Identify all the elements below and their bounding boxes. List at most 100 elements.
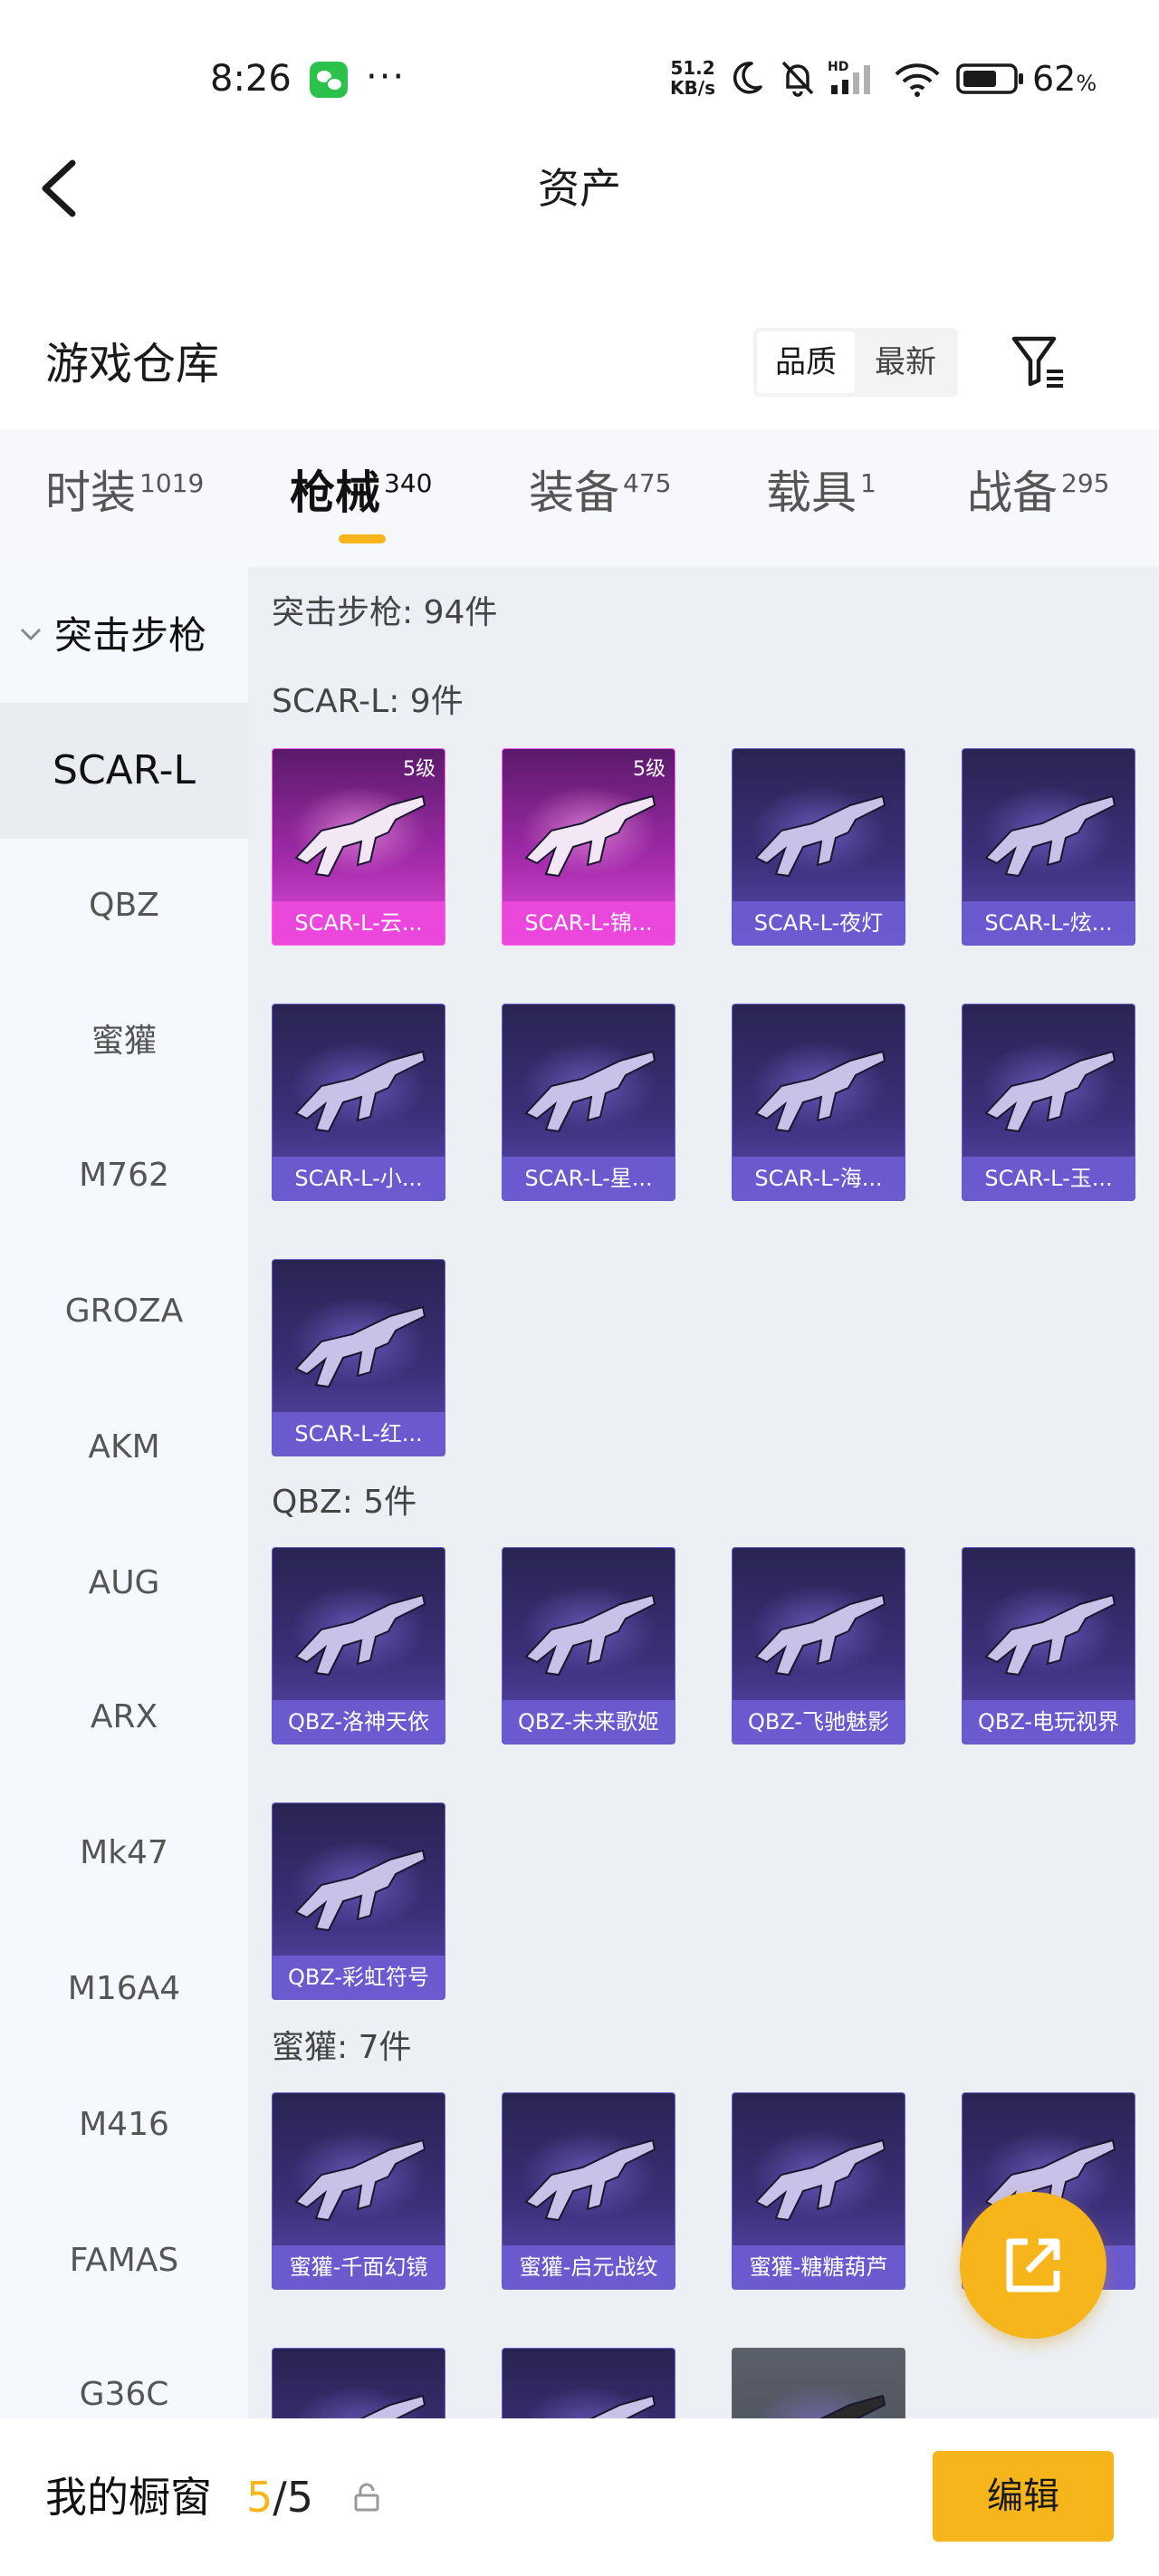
skin-card[interactable]: SCAR-L-炫...	[962, 748, 1135, 946]
tab-vehicles[interactable]: 载具 1	[766, 458, 876, 531]
skin-name: SCAR-L-红...	[273, 1412, 445, 1456]
rifle-icon	[754, 794, 886, 878]
sidebar-item-qbz[interactable]: QBZ	[0, 870, 248, 942]
rifle-icon	[359, 2394, 426, 2418]
battery-percent: 62%	[1032, 56, 1097, 106]
skin-card[interactable]: SCAR-L-星...	[502, 1004, 675, 1201]
skin-name: SCAR-L-炫...	[963, 901, 1135, 945]
skin-card[interactable]: 5级 SCAR-L-锦...	[502, 748, 675, 946]
share-icon	[1006, 2238, 1060, 2292]
skin-level-badge: 5级	[633, 758, 666, 781]
back-arrow-icon[interactable]	[36, 156, 87, 221]
tab-label: 时装	[45, 466, 136, 519]
skin-card[interactable]	[732, 2348, 905, 2418]
battery-icon	[956, 63, 1023, 94]
section-title-honey-badger: 蜜獾: 7件	[272, 2029, 412, 2066]
tab-count: 1019	[139, 468, 205, 498]
skin-card[interactable]: SCAR-L-小...	[272, 1004, 445, 1201]
skin-card[interactable]	[502, 2348, 675, 2418]
skin-name: SCAR-L-锦...	[503, 901, 675, 945]
rifle-icon	[294, 794, 426, 878]
skin-card[interactable]: QBZ-飞驰魅影	[732, 1547, 905, 1745]
skin-card[interactable]: QBZ-彩虹符号	[272, 1802, 445, 2000]
skin-name: 蜜獾-千面幻镜	[273, 2245, 445, 2289]
skin-card[interactable]: SCAR-L-夜灯	[732, 748, 905, 946]
sidebar-item-mk47[interactable]: Mk47	[0, 1817, 248, 1889]
sidebar-item-m416[interactable]: M416	[0, 2089, 248, 2161]
rifle-icon	[754, 1050, 886, 1133]
wifi-icon	[895, 63, 940, 97]
skin-card[interactable]: SCAR-L-玉...	[962, 1004, 1135, 1201]
sidebar-item-m762[interactable]: M762	[0, 1139, 248, 1212]
skin-name: SCAR-L-云...	[273, 901, 445, 945]
sort-by-quality-button[interactable]: 品质	[757, 332, 855, 393]
tab-combat-gear[interactable]: 战备 295	[967, 458, 1109, 531]
sidebar-item-scar-l[interactable]: SCAR-L	[0, 703, 248, 839]
sort-by-newest-button[interactable]: 最新	[857, 332, 954, 393]
rifle-icon	[754, 2139, 886, 2222]
tab-label: 战备	[967, 466, 1058, 519]
skin-name: SCAR-L-星...	[503, 1157, 675, 1200]
showcase-total: /5	[273, 2473, 314, 2522]
moon-icon	[733, 62, 762, 94]
tab-fashion[interactable]: 时装 1019	[45, 458, 204, 531]
skin-card[interactable]: SCAR-L-红...	[272, 1259, 445, 1456]
skin-name: SCAR-L-玉...	[963, 1157, 1135, 1200]
skin-card[interactable]: QBZ-电玩视界	[962, 1547, 1135, 1745]
sidebar-group-label: 突击步枪	[54, 613, 207, 658]
skin-card[interactable]: 蜜獾-千面幻镜	[272, 2092, 445, 2290]
rifle-icon	[984, 1050, 1116, 1133]
sidebar-item-arx[interactable]: ARX	[0, 1681, 248, 1754]
sidebar-item-groza[interactable]: GROZA	[0, 1275, 248, 1348]
skin-card[interactable]	[272, 2348, 445, 2418]
battery-percent-unit: %	[1076, 71, 1097, 96]
svg-text:HD: HD	[828, 60, 848, 74]
tab-count: 340	[384, 468, 433, 498]
sidebar-item-honey-badger[interactable]: 蜜獾	[0, 1005, 248, 1078]
skin-name: SCAR-L-海...	[733, 1157, 905, 1200]
active-tab-indicator	[339, 534, 386, 543]
share-button[interactable]	[960, 2192, 1106, 2339]
skin-card[interactable]: 蜜獾-启元战纹	[502, 2092, 675, 2290]
filter-icon[interactable]	[1009, 332, 1068, 391]
bell-muted-icon	[781, 61, 814, 97]
network-speed: 51.2 KB/s	[666, 58, 719, 98]
wechat-notification-icon	[310, 62, 348, 98]
skin-card[interactable]: SCAR-L-海...	[732, 1004, 905, 1201]
sidebar-item-famas[interactable]: FAMAS	[0, 2225, 248, 2297]
skin-name: QBZ-未来歌姬	[503, 1700, 675, 1744]
skin-card[interactable]: 5级 SCAR-L-云...	[272, 748, 445, 946]
rifle-icon	[294, 1593, 426, 1677]
sidebar-item-aug[interactable]: AUG	[0, 1547, 248, 1620]
rifle-icon	[294, 1050, 426, 1133]
showcase-count: 5/5	[246, 2469, 313, 2525]
rifle-icon	[819, 2394, 886, 2418]
rifle-icon	[524, 2139, 656, 2222]
tab-label: 载具	[766, 466, 857, 519]
skin-level-badge: 5级	[403, 758, 436, 781]
skin-name: QBZ-飞驰魅影	[733, 1700, 905, 1744]
skin-card[interactable]: QBZ-洛神天依	[272, 1547, 445, 1745]
skin-card[interactable]: QBZ-未来歌姬	[502, 1547, 675, 1745]
tab-equipment[interactable]: 装备 475	[529, 458, 671, 531]
rifle-icon	[294, 1305, 426, 1389]
showcase-current: 5	[246, 2473, 273, 2522]
rifle-icon	[524, 1593, 656, 1677]
weapon-skin-grid: 突击步枪: 94件 SCAR-L: 9件 QBZ: 5件 蜜獾: 7件 5级 SC…	[248, 567, 1159, 2418]
rifle-icon	[984, 1593, 1116, 1677]
sidebar-item-m16a4[interactable]: M16A4	[0, 1953, 248, 2025]
page-title: 资产	[538, 164, 621, 213]
skin-name: 蜜獾-糖糖葫芦	[733, 2245, 905, 2289]
skin-card[interactable]: 蜜獾-糖糖葫芦	[732, 2092, 905, 2290]
tab-firearms[interactable]: 枪械 340	[290, 458, 432, 531]
warehouse-title: 游戏仓库	[45, 339, 220, 389]
rifle-icon	[754, 1593, 886, 1677]
more-notifications-icon: ···	[366, 56, 407, 98]
rifle-icon	[294, 1849, 426, 1932]
section-title-qbz: QBZ: 5件	[272, 1484, 417, 1521]
lock-icon	[354, 2483, 379, 2512]
sidebar-item-akm[interactable]: AKM	[0, 1411, 248, 1484]
edit-showcase-button[interactable]: 编辑	[933, 2451, 1114, 2542]
rifle-icon	[294, 2139, 426, 2222]
battery-percent-value: 62	[1032, 59, 1077, 99]
